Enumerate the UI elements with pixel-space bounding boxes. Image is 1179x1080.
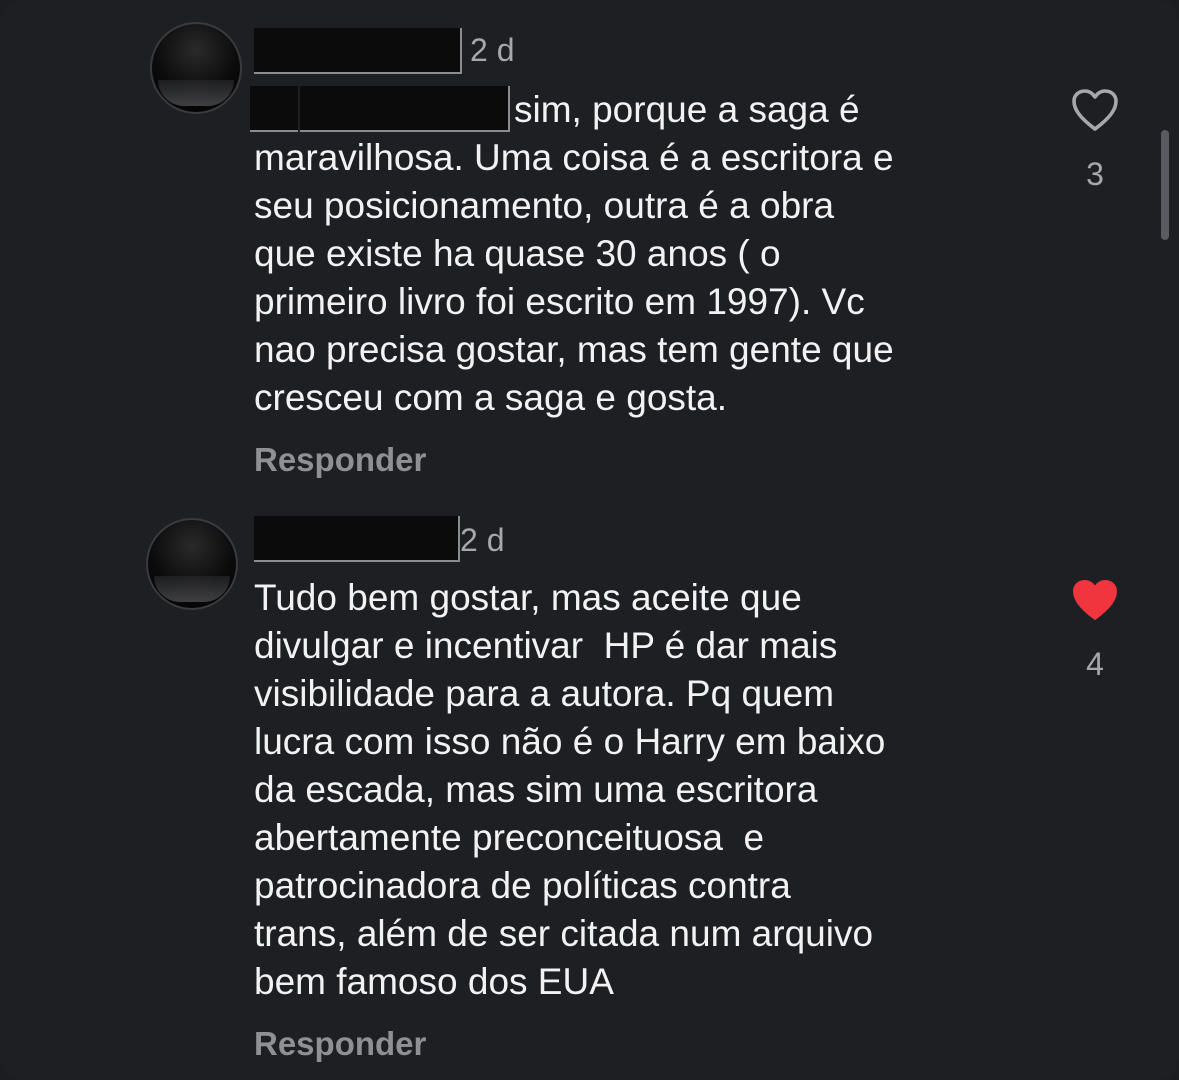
like-count: 3 (1086, 156, 1104, 192)
heart-outline-icon (1072, 89, 1118, 131)
comments-screen: 2 d sim, porque a saga é maravilhosa. Um… (0, 0, 1179, 1080)
like-button[interactable]: 4 (1065, 578, 1125, 684)
heart-filled-icon (1073, 580, 1117, 620)
redacted-username[interactable] (254, 28, 462, 74)
comment-text: Tudo bem gostar, mas aceite que divulgar… (254, 577, 886, 1002)
avatar[interactable] (150, 22, 242, 114)
comment-timestamp: 2 d (460, 522, 505, 558)
scrollbar[interactable] (1161, 130, 1169, 240)
like-count: 4 (1086, 646, 1104, 682)
reply-button[interactable]: Responder (254, 1024, 426, 1064)
avatar[interactable] (146, 518, 238, 610)
like-button[interactable]: 3 (1065, 88, 1125, 194)
reply-button[interactable]: Responder (254, 440, 426, 480)
redacted-username[interactable] (254, 516, 460, 562)
comment-text: sim, porque a saga é maravilhosa. Uma co… (254, 89, 894, 418)
comment-timestamp: 2 d (470, 32, 515, 68)
